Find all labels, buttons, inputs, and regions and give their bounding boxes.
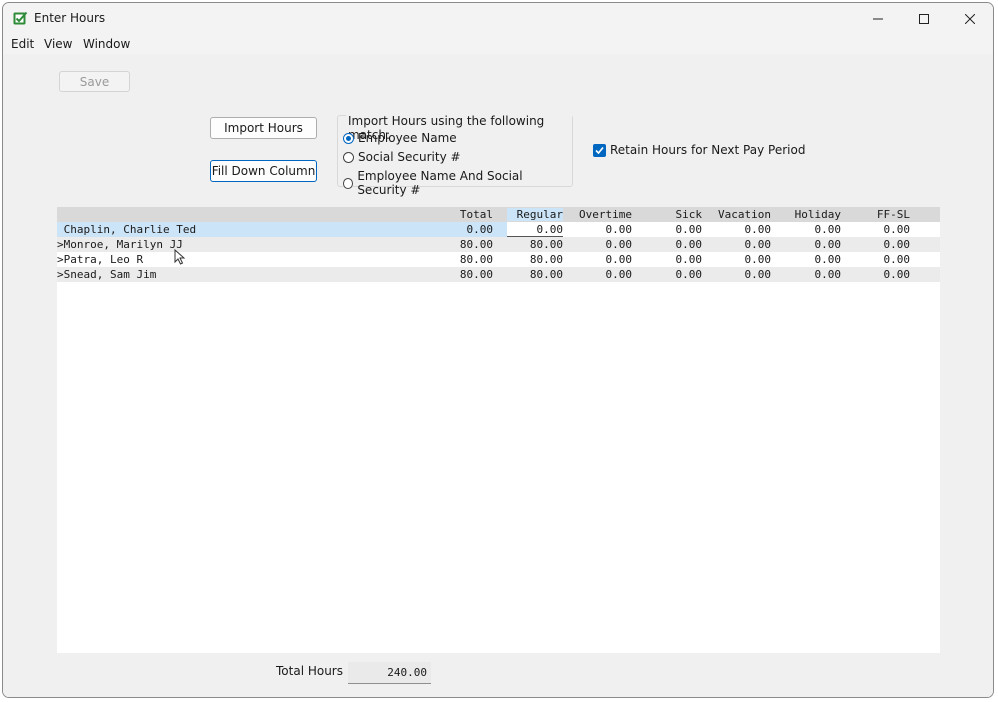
radio-employee-name[interactable]: Employee Name <box>343 131 457 145</box>
holiday-cell[interactable]: 0.00 <box>776 238 842 251</box>
ff-sl-cell[interactable]: 0.00 <box>845 223 911 236</box>
radio-button[interactable] <box>343 151 354 163</box>
app-icon <box>13 11 28 25</box>
retain-hours-label: Retain Hours for Next Pay Period <box>610 143 806 157</box>
holiday-cell[interactable]: 0.00 <box>776 223 842 236</box>
table-row[interactable]: >Snead, Sam Jim 80.00 80.00 0.00 0.00 0.… <box>57 267 940 282</box>
window-title: Enter Hours <box>34 11 106 25</box>
regular-cell[interactable]: 80.00 <box>507 238 563 251</box>
overtime-cell[interactable]: 0.00 <box>567 268 633 281</box>
minimize-button[interactable] <box>855 3 901 34</box>
sick-cell[interactable]: 0.00 <box>637 253 703 266</box>
fill-down-column-button[interactable]: Fill Down Column <box>210 160 317 182</box>
employee-name-cell: >Patra, Leo R <box>57 253 144 266</box>
employee-name-cell: >Snead, Sam Jim <box>57 268 157 281</box>
title-bar[interactable]: Enter Hours <box>3 3 993 34</box>
column-header-ff-sl[interactable]: FF-SL <box>845 208 910 221</box>
total-cell[interactable]: 0.00 <box>443 223 494 236</box>
column-header-vacation[interactable]: Vacation <box>706 208 771 221</box>
radio-name-and-ssn[interactable]: Employee Name And Social Security # <box>343 169 572 197</box>
regular-cell[interactable]: 80.00 <box>507 268 563 281</box>
retain-hours-checkbox[interactable] <box>593 143 606 157</box>
maximize-button[interactable] <box>901 3 947 34</box>
grid-header: Total Regular Overtime Sick Vacation Hol… <box>57 207 940 222</box>
radio-label: Social Security # <box>358 150 461 164</box>
employee-name-cell: >Monroe, Marilyn JJ <box>57 238 183 251</box>
column-header-regular[interactable]: Regular <box>507 208 563 221</box>
total-hours-label: Total Hours <box>276 664 343 678</box>
ff-sl-cell[interactable]: 0.00 <box>845 253 911 266</box>
save-button[interactable]: Save <box>59 71 130 92</box>
total-cell[interactable]: 80.00 <box>443 268 493 281</box>
hours-grid[interactable]: Total Regular Overtime Sick Vacation Hol… <box>57 207 940 653</box>
maximize-icon <box>919 13 929 24</box>
total-cell[interactable]: 80.00 <box>443 238 493 251</box>
menu-edit[interactable]: Edit <box>11 37 34 51</box>
holiday-cell[interactable]: 0.00 <box>776 268 842 281</box>
ff-sl-cell[interactable]: 0.00 <box>845 268 911 281</box>
overtime-cell[interactable]: 0.00 <box>567 223 633 236</box>
menu-window[interactable]: Window <box>83 37 130 51</box>
radio-button-selected[interactable] <box>343 132 354 144</box>
sick-cell[interactable]: 0.00 <box>637 238 703 251</box>
sick-cell[interactable]: 0.00 <box>637 268 703 281</box>
overtime-cell[interactable]: 0.00 <box>567 253 633 266</box>
checkmark-icon <box>595 146 604 154</box>
overtime-cell[interactable]: 0.00 <box>567 238 633 251</box>
vacation-cell[interactable]: 0.00 <box>706 253 772 266</box>
minimize-icon <box>873 18 883 19</box>
table-row[interactable]: >Monroe, Marilyn JJ 80.00 80.00 0.00 0.0… <box>57 237 940 252</box>
employee-name-cell: Chaplin, Charlie Ted <box>57 223 197 236</box>
column-header-sick[interactable]: Sick <box>637 208 703 221</box>
vacation-cell[interactable]: 0.00 <box>706 268 772 281</box>
sick-cell[interactable]: 0.00 <box>637 223 703 236</box>
regular-cell[interactable]: 0.00 <box>507 223 564 236</box>
import-hours-button[interactable]: Import Hours <box>210 117 317 139</box>
close-button[interactable] <box>947 3 993 34</box>
holiday-cell[interactable]: 0.00 <box>776 253 842 266</box>
table-row[interactable]: >Patra, Leo R 80.00 80.00 0.00 0.00 0.00… <box>57 252 940 267</box>
retain-hours-checkbox-row[interactable]: Retain Hours for Next Pay Period <box>593 143 805 157</box>
radio-social-security[interactable]: Social Security # <box>343 150 461 164</box>
enter-hours-window: Enter Hours Edit View Window Save Import… <box>2 2 994 698</box>
column-header-total[interactable]: Total <box>443 208 493 221</box>
vacation-cell[interactable]: 0.00 <box>706 223 772 236</box>
total-cell[interactable]: 80.00 <box>443 253 493 266</box>
column-header-holiday[interactable]: Holiday <box>776 208 841 221</box>
total-hours-field: 240.00 <box>348 662 431 684</box>
column-header-overtime[interactable]: Overtime <box>567 208 632 221</box>
radio-label: Employee Name And Social Security # <box>357 169 523 197</box>
main-content: Save Import Hours Fill Down Column Impor… <box>3 54 993 697</box>
close-icon <box>965 13 975 24</box>
menu-view[interactable]: View <box>44 37 72 51</box>
vacation-cell[interactable]: 0.00 <box>706 238 772 251</box>
import-match-group: Import Hours using the following match: … <box>337 114 573 197</box>
menu-bar: Edit View Window <box>3 34 993 54</box>
ff-sl-cell[interactable]: 0.00 <box>845 238 911 251</box>
radio-button[interactable] <box>343 177 354 189</box>
table-row[interactable]: Chaplin, Charlie Ted 0.00 0.00 0.00 0.00… <box>57 222 940 237</box>
radio-label: Employee Name <box>358 131 457 145</box>
mouse-pointer-icon <box>174 249 185 265</box>
regular-cell[interactable]: 80.00 <box>507 253 563 266</box>
